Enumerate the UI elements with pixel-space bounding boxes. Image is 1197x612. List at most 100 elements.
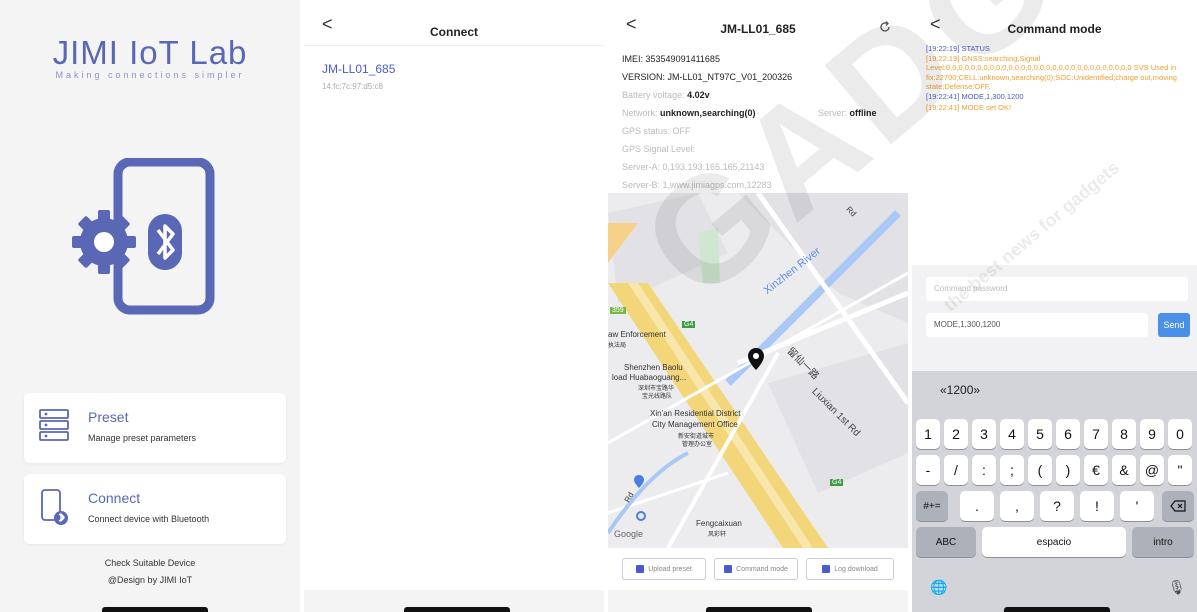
device-mac: 14:fc:7c:97:d5:c8: [322, 82, 383, 91]
splash-screen: JIMI IoT Lab Making connections simpler: [0, 0, 300, 612]
backspace-icon: [1170, 500, 1186, 512]
command-mode-button[interactable]: Command mode: [714, 558, 798, 580]
preset-title: Preset: [88, 409, 129, 425]
location-pin-icon[interactable]: [748, 348, 764, 375]
nav-bar: < Connect: [304, 0, 604, 46]
gps-status: GPS status: OFF: [622, 126, 691, 136]
key[interactable]: 2: [944, 419, 968, 449]
server-b: Server-B: 1,www.jimiagps.com,12283: [622, 180, 772, 190]
my-location-icon[interactable]: [636, 511, 646, 521]
key[interactable]: !: [1080, 491, 1114, 521]
poi-marker-icon: [634, 475, 644, 493]
network-value: unknown,searching(0): [660, 108, 756, 118]
road-badge-g4-lower: G4: [830, 479, 844, 486]
poi-fengcaixuan-cn: 风彩轩: [708, 532, 727, 538]
refresh-icon[interactable]: [878, 20, 892, 39]
key[interactable]: 7: [1084, 419, 1108, 449]
key[interactable]: €: [1084, 455, 1108, 485]
version-row: VERSION: JM-LL01_NT97C_V01_200326: [622, 72, 792, 82]
screenshot-stage: JIMI IoT Lab Making connections simpler: [0, 0, 1197, 612]
nav-bar: < Command mode: [912, 0, 1197, 42]
poi-xinan-1: Xin'an Residential District: [650, 409, 741, 418]
device-detail-screen: < JM-LL01_685 IMEI: 353549091411685 VERS…: [608, 0, 908, 612]
preset-card[interactable]: Preset Manage preset parameters: [24, 393, 286, 463]
key[interactable]: 5: [1028, 419, 1052, 449]
abc-key[interactable]: ABC: [916, 527, 976, 557]
connect-screen: < Connect JM-LL01_685 14:fc:7c:97:d5:c8: [304, 0, 604, 612]
server-a: Server-A: 0,193.193.165.165,21143: [622, 162, 765, 172]
key[interactable]: ?: [1040, 491, 1074, 521]
send-button[interactable]: Send: [1158, 313, 1190, 337]
app-logo-title: JIMI IoT Lab: [52, 34, 248, 71]
backspace-key[interactable]: [1162, 491, 1194, 521]
key[interactable]: 9: [1140, 419, 1164, 449]
key[interactable]: ): [1056, 455, 1080, 485]
keyboard: «1200» 1234567890 - /:;() € & @ " #+= .,?! ' A…: [912, 371, 1197, 612]
poi-baolu-cn-2: 宝光线路队: [642, 394, 673, 400]
key[interactable]: 6: [1056, 419, 1080, 449]
log-line: [19:22:41] MODE set OK!: [926, 103, 1012, 112]
log-download-label: Log download: [834, 565, 878, 573]
connect-description: Connect device with Bluetooth: [88, 514, 210, 524]
poi-baolu-1: Shenzhen Baolu: [624, 363, 683, 372]
command-icon: [724, 565, 733, 573]
battery-label: Battery voltage:: [622, 90, 685, 100]
battery-value: 4.02v: [687, 90, 710, 100]
google-logo: Google: [614, 529, 644, 539]
version-value: JM-LL01_NT97C_V01_200326: [667, 72, 793, 82]
key[interactable]: -: [916, 455, 940, 485]
upload-preset-label: Upload preset: [648, 565, 692, 573]
globe-icon[interactable]: 🌐: [930, 579, 947, 596]
home-indicator: [706, 607, 812, 612]
map-view[interactable]: 359 G4 G4 aw Enforcement 执法局 Shenzhen Ba…: [608, 193, 908, 548]
page-title: Connect: [430, 25, 478, 39]
upload-icon: [636, 565, 645, 573]
key[interactable]: /: [944, 455, 968, 485]
log-line: [19:22:41] MODE,1,300,1200: [926, 91, 1024, 101]
key[interactable]: 0: [1168, 419, 1192, 449]
server-icon: [38, 407, 70, 448]
key[interactable]: @: [1140, 455, 1164, 485]
poi-baolu-2: load Huabaoguang...: [612, 373, 687, 382]
nav-bar: < JM-LL01_685: [608, 0, 908, 46]
check-device-link[interactable]: Check Suitable Device: [0, 558, 300, 568]
key[interactable]: 3: [972, 419, 996, 449]
key[interactable]: ;: [1000, 455, 1024, 485]
imei-row: IMEI: 353549091411685: [622, 54, 720, 64]
key[interactable]: ': [1120, 491, 1154, 521]
microphone-icon[interactable]: 🎙: [1168, 579, 1186, 596]
upload-preset-button[interactable]: Upload preset: [622, 558, 706, 580]
keyboard-suggestion[interactable]: «1200»: [940, 383, 980, 397]
space-key[interactable]: espacio: [982, 527, 1126, 557]
more-symbols-key[interactable]: #+=: [916, 491, 948, 521]
return-key[interactable]: intro: [1132, 527, 1194, 557]
log-download-button[interactable]: Log download: [806, 558, 894, 580]
connect-card[interactable]: Connect Connect device with Bluetooth: [24, 474, 286, 544]
command-input[interactable]: MODE,1,300,1200: [926, 313, 1148, 337]
gps-signal: GPS Signal Level:: [622, 144, 696, 154]
home-indicator: [1004, 607, 1110, 612]
command-password-input[interactable]: Command password: [926, 277, 1188, 301]
key[interactable]: (: [1028, 455, 1052, 485]
key[interactable]: ,: [1000, 491, 1034, 521]
key[interactable]: :: [972, 455, 996, 485]
key[interactable]: ": [1168, 455, 1192, 485]
command-input-area: Command password MODE,1,300,1200 Send: [912, 265, 1197, 371]
design-credit: @Design by JIMI IoT: [107, 575, 193, 585]
key[interactable]: 8: [1112, 419, 1136, 449]
log-line: [19:22:19] GNSS:searching,Signal Level:0…: [926, 53, 1177, 92]
home-indicator: [404, 607, 510, 612]
key[interactable]: 4: [1000, 419, 1024, 449]
poi-law-enforcement-cn: 执法局: [608, 343, 627, 349]
key[interactable]: .: [960, 491, 994, 521]
command-log: [19:22:19] STATUS [19:22:19] GNSS:search…: [926, 44, 1189, 113]
poi-xinan-2: City Management Office: [652, 420, 738, 429]
server-value: offline: [849, 108, 877, 118]
battery-row: Battery voltage: 4.02v: [622, 90, 710, 100]
key[interactable]: 1: [916, 419, 940, 449]
key[interactable]: &: [1112, 455, 1136, 485]
poi-fengcaixuan: Fengcaixuan: [696, 519, 742, 528]
poi-law-enforcement: aw Enforcement: [608, 330, 666, 339]
page-title: Command mode: [1007, 22, 1102, 36]
log-line: [19:22:19] STATUS: [926, 44, 990, 53]
